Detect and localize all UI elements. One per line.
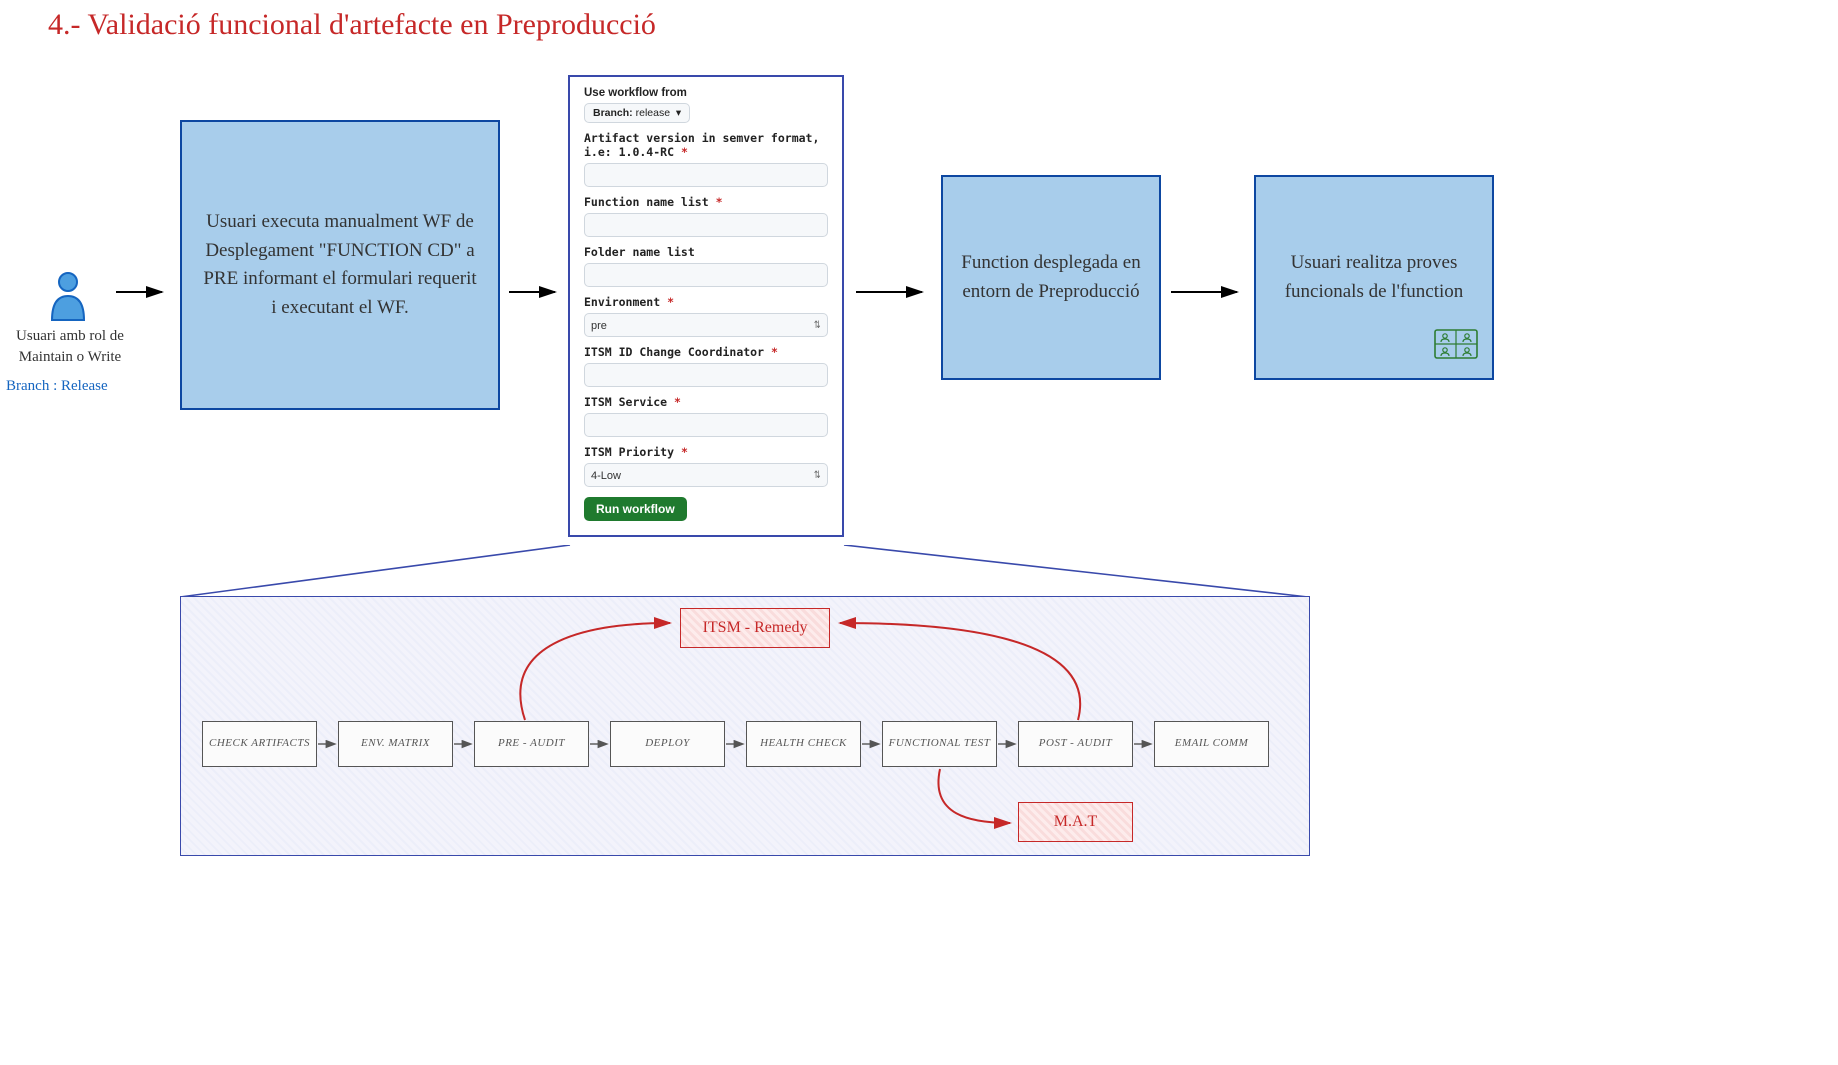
folder-name-list-input[interactable] — [584, 263, 828, 287]
arrow-icon — [112, 280, 172, 304]
pipeline-step-check-artifacts: CHECK ARTIFACTS — [202, 721, 317, 767]
artifact-version-label: Artifact version in semver format, i.e: … — [584, 131, 828, 159]
itsm-service-label: ITSM Service * — [584, 395, 828, 409]
user-role-text: Usuari amb rol deMaintain o Write — [0, 326, 145, 368]
function-name-list-label: Function name list * — [584, 195, 828, 209]
arrow-icon — [318, 734, 340, 754]
environment-select[interactable]: pre — [584, 313, 828, 337]
page-title: 4.- Validació funcional d'artefacte en P… — [48, 8, 656, 42]
arrow-icon — [1167, 280, 1247, 304]
environment-label: Environment * — [584, 295, 828, 309]
itsm-change-coord-input[interactable] — [584, 363, 828, 387]
itsm-priority-label: ITSM Priority * — [584, 445, 828, 459]
step-box-deployed: Function desplegada en entorn de Preprod… — [941, 175, 1161, 380]
branch-text: Branch : Release — [6, 378, 108, 395]
itsm-priority-select[interactable]: 4-Low — [584, 463, 828, 487]
branch-selector[interactable]: Branch: release ▾ — [584, 103, 690, 123]
artifact-version-input[interactable] — [584, 163, 828, 187]
meeting-icon — [1434, 329, 1478, 369]
red-flow-arrows — [470, 605, 1170, 855]
pipeline-step-env-matrix: ENV. MATRIX — [338, 721, 453, 767]
arrow-icon — [505, 280, 565, 304]
itsm-service-input[interactable] — [584, 413, 828, 437]
run-workflow-button[interactable]: Run workflow — [584, 497, 687, 521]
workflow-form: Use workflow from Branch: release ▾ Arti… — [568, 75, 844, 537]
step-box-manual-wf: Usuari executa manualment WF de Desplega… — [180, 120, 500, 410]
form-top-label: Use workflow from — [584, 87, 828, 99]
folder-name-list-label: Folder name list — [584, 245, 828, 259]
pipeline-step-email-comm: EMAIL COMM — [1154, 721, 1269, 767]
arrow-icon — [852, 280, 932, 304]
function-name-list-input[interactable] — [584, 213, 828, 237]
step-box-functional-tests: Usuari realitza proves funcionals de l'f… — [1254, 175, 1494, 380]
connector-line — [180, 545, 1310, 599]
itsm-change-coord-label: ITSM ID Change Coordinator * — [584, 345, 828, 359]
user-icon — [46, 270, 90, 329]
